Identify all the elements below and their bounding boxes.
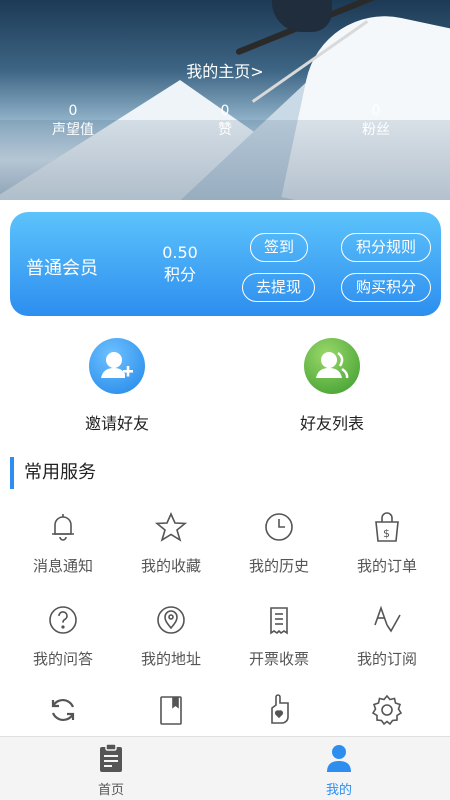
service-favorite-hand[interactable]	[223, 690, 335, 730]
service-refresh[interactable]	[7, 690, 119, 730]
friend-list-label: 好友列表	[299, 414, 364, 433]
refresh-icon	[7, 690, 119, 730]
users-icon	[304, 338, 360, 394]
subscribe-icon	[331, 600, 443, 640]
service-address[interactable]: 我的地址	[115, 600, 227, 669]
stat-likes[interactable]: 0 赞	[175, 102, 275, 140]
stat-reputation[interactable]: 0 声望值	[23, 102, 123, 140]
stat-followers[interactable]: 0 粉丝	[326, 102, 426, 140]
withdraw-button[interactable]: 去提现	[242, 273, 315, 302]
location-pin-icon	[115, 600, 227, 640]
service-invoice[interactable]: 开票收票	[223, 600, 335, 669]
tab-home-label: 首页	[97, 783, 124, 798]
stat-value: 0	[68, 103, 78, 119]
heart-hand-icon	[223, 690, 335, 730]
membership-level: 普通会员	[26, 258, 98, 279]
service-label: 我的地址	[140, 650, 201, 668]
tab-mine[interactable]: 我的	[284, 743, 394, 798]
add-user-icon	[89, 338, 145, 394]
membership-card: 普通会员 0.50 积分 签到 积分规则 去提现 购买积分	[10, 212, 441, 316]
profile-hero-banner: 我的主页> 0 声望值 0 赞 0 粉丝	[0, 0, 450, 200]
service-qa[interactable]: 我的问答	[7, 600, 119, 669]
points-label: 积分	[163, 265, 196, 284]
points-rules-button[interactable]: 积分规则	[341, 233, 431, 262]
tab-home[interactable]: 首页	[56, 743, 166, 798]
service-label: 开票收票	[248, 650, 309, 668]
service-favorites[interactable]: 我的收藏	[115, 507, 227, 576]
invite-friends-button[interactable]: 邀请好友	[57, 338, 177, 434]
service-label: 我的历史	[248, 557, 309, 575]
checkin-button[interactable]: 签到	[250, 233, 308, 262]
service-bookmark[interactable]	[115, 690, 227, 730]
bookmark-icon	[115, 690, 227, 730]
clipboard-icon	[100, 743, 122, 772]
service-label: 我的问答	[32, 650, 93, 668]
star-icon	[115, 507, 227, 547]
stat-label: 粉丝	[362, 122, 390, 138]
tab-mine-label: 我的	[325, 783, 352, 798]
svg-text:$: $	[383, 527, 390, 540]
shopping-bag-icon: $	[331, 507, 443, 547]
stat-label: 赞	[218, 122, 232, 138]
buy-points-button[interactable]: 购买积分	[341, 273, 431, 302]
stat-value: 0	[220, 103, 230, 119]
question-icon	[7, 600, 119, 640]
receipt-icon	[223, 600, 335, 640]
service-label: 我的订单	[356, 557, 417, 575]
bottom-tab-bar: 首页 我的	[0, 736, 450, 800]
skier-shape	[272, 0, 332, 32]
service-label: 我的订阅	[356, 650, 417, 668]
service-orders[interactable]: $ 我的订单	[331, 507, 443, 576]
points-display: 0.50 积分	[145, 242, 215, 286]
my-homepage-link[interactable]: 我的主页>	[0, 58, 450, 82]
service-history[interactable]: 我的历史	[223, 507, 335, 576]
invite-friends-label: 邀请好友	[84, 414, 149, 433]
service-subscriptions[interactable]: 我的订阅	[331, 600, 443, 669]
user-icon	[327, 745, 351, 772]
stat-label: 声望值	[52, 122, 94, 138]
bell-icon	[7, 507, 119, 547]
service-settings[interactable]	[331, 690, 443, 730]
service-label: 我的收藏	[140, 557, 201, 575]
friend-list-button[interactable]: 好友列表	[272, 338, 392, 434]
common-services-title: 常用服务	[10, 457, 96, 489]
service-notifications[interactable]: 消息通知	[7, 507, 119, 576]
clock-icon	[223, 507, 335, 547]
gear-icon	[331, 690, 443, 730]
stat-value: 0	[371, 103, 381, 119]
points-value: 0.50	[162, 243, 198, 262]
service-label: 消息通知	[32, 557, 93, 575]
